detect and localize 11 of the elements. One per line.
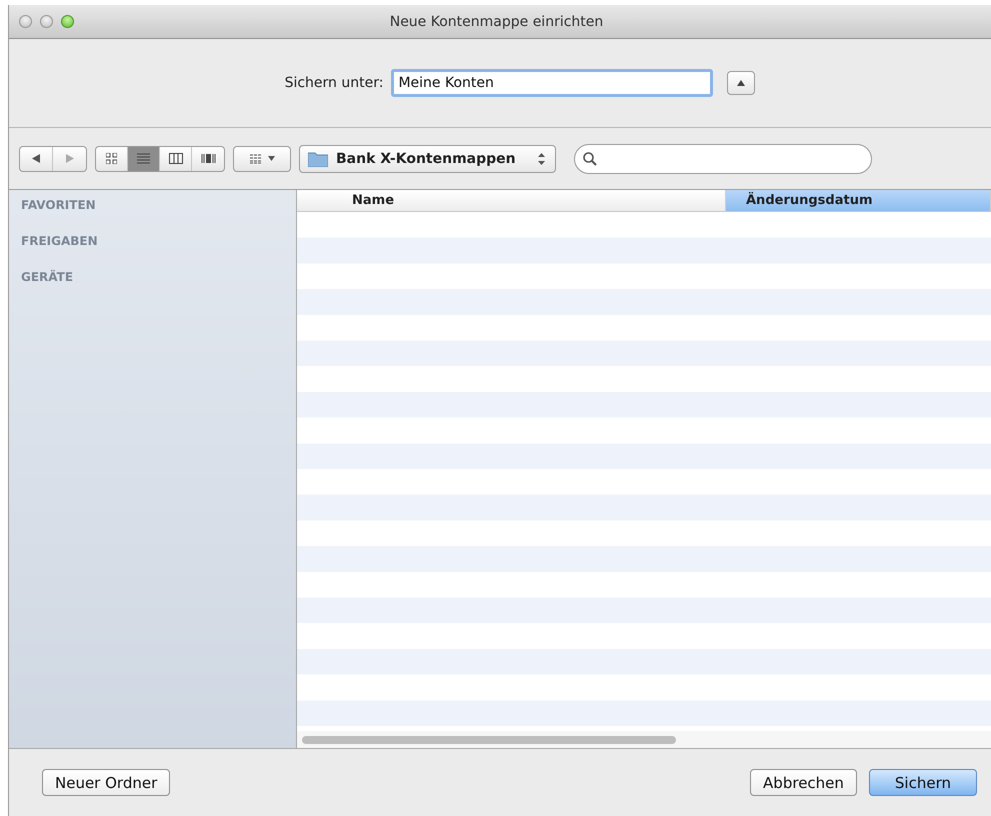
dialog-button[interactable]: Neuer Ordner [42,769,170,796]
location-popup[interactable]: Bank X-Kontenmappen [299,144,556,172]
sidebar-heading: GERÄTE [20,270,74,284]
window-title: Neue Kontenmappe einrichten [390,14,604,30]
file-name-field[interactable]: Meine Konten [391,69,714,97]
save-as-label: Sichern unter: [284,75,384,91]
dialog-button[interactable]: Sichern [868,769,977,796]
sidebar-heading: FREIGABEN [20,234,99,248]
sidebar-heading: FAVORITEN [20,198,97,212]
column-header[interactable]: Änderungsdatum [726,190,991,211]
dialog-button[interactable]: Abbrechen [750,769,857,796]
